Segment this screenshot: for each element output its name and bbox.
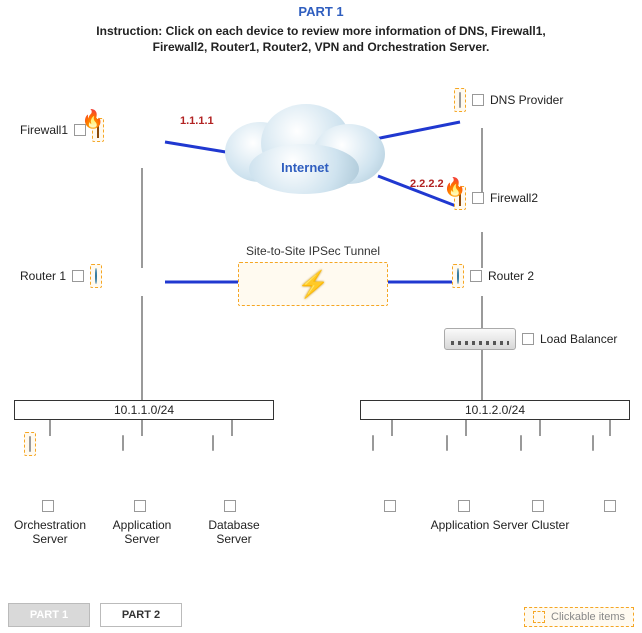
server-icon (520, 435, 522, 451)
subnet-left: 10.1.1.0/24 (14, 400, 274, 420)
app-label: Application Server (100, 518, 184, 546)
instruction-text: Instruction: Click on each device to rev… (80, 24, 562, 55)
firewall2-node[interactable]: 🔥 Firewall2 (454, 186, 538, 210)
server-icon (122, 435, 124, 451)
checkbox[interactable] (472, 192, 484, 204)
load-balancer-node: Load Balancer (444, 328, 617, 350)
checkbox[interactable] (458, 500, 470, 512)
database-server-node (212, 436, 214, 450)
checkbox[interactable] (42, 500, 54, 512)
subnet-right: 10.1.2.0/24 (360, 400, 630, 420)
cluster-server-1 (372, 436, 374, 450)
checkbox[interactable] (472, 94, 484, 106)
checkbox[interactable] (72, 270, 84, 282)
legend-clickable: Clickable items (524, 607, 634, 627)
legend-swatch (533, 611, 545, 623)
orch-label: Orchestration Server (8, 518, 92, 546)
router1-node[interactable]: Router 1 (20, 264, 102, 288)
checkbox[interactable] (134, 500, 146, 512)
legend-label: Clickable items (551, 611, 625, 623)
checkbox[interactable] (384, 500, 396, 512)
checkbox[interactable] (532, 500, 544, 512)
application-server-node (122, 436, 124, 450)
cluster-server-2 (446, 436, 448, 450)
router2-label: Router 2 (488, 269, 534, 283)
lightning-icon: ⚡ (297, 269, 329, 300)
router-icon (457, 268, 459, 284)
tunnel-label: Site-to-Site IPSec Tunnel (238, 244, 388, 258)
checkbox[interactable] (604, 500, 616, 512)
firewall1-label: Firewall1 (20, 123, 68, 137)
firewall-icon: 🔥 (97, 122, 99, 138)
checkbox[interactable] (470, 270, 482, 282)
orchestration-server-node[interactable] (24, 432, 36, 456)
server-icon (212, 435, 214, 451)
load-balancer-icon (444, 328, 516, 350)
cluster-server-4 (592, 436, 594, 450)
server-icon (446, 435, 448, 451)
router1-label: Router 1 (20, 269, 66, 283)
cloud-label: Internet (225, 160, 385, 175)
part2-button[interactable]: PART 2 (100, 603, 182, 627)
cluster-label: Application Server Cluster (380, 518, 620, 532)
firewall2-label: Firewall2 (490, 191, 538, 205)
dns-label: DNS Provider (490, 93, 563, 107)
server-icon (592, 435, 594, 451)
router-icon (95, 268, 97, 284)
server-icon (29, 436, 31, 452)
ip-firewall2: 2.2.2.2 (410, 178, 444, 190)
server-icon (372, 435, 374, 451)
vpn-tunnel[interactable]: ⚡ (238, 262, 388, 306)
internet-cloud: Internet (225, 104, 385, 194)
server-icon (459, 92, 461, 108)
firewall-icon: 🔥 (459, 190, 461, 206)
cluster-server-3 (520, 436, 522, 450)
dns-node[interactable]: DNS Provider (454, 88, 563, 112)
firewall1-node[interactable]: 🔥 Firewall1 (20, 118, 104, 142)
checkbox[interactable] (224, 500, 236, 512)
checkbox[interactable] (522, 333, 534, 345)
router2-node[interactable]: Router 2 (452, 264, 534, 288)
lb-label: Load Balancer (540, 332, 617, 346)
ip-firewall1: 1.1.1.1 (180, 115, 214, 127)
part-title: PART 1 (0, 4, 642, 19)
db-label: Database Server (192, 518, 276, 546)
part1-button[interactable]: PART 1 (8, 603, 90, 627)
